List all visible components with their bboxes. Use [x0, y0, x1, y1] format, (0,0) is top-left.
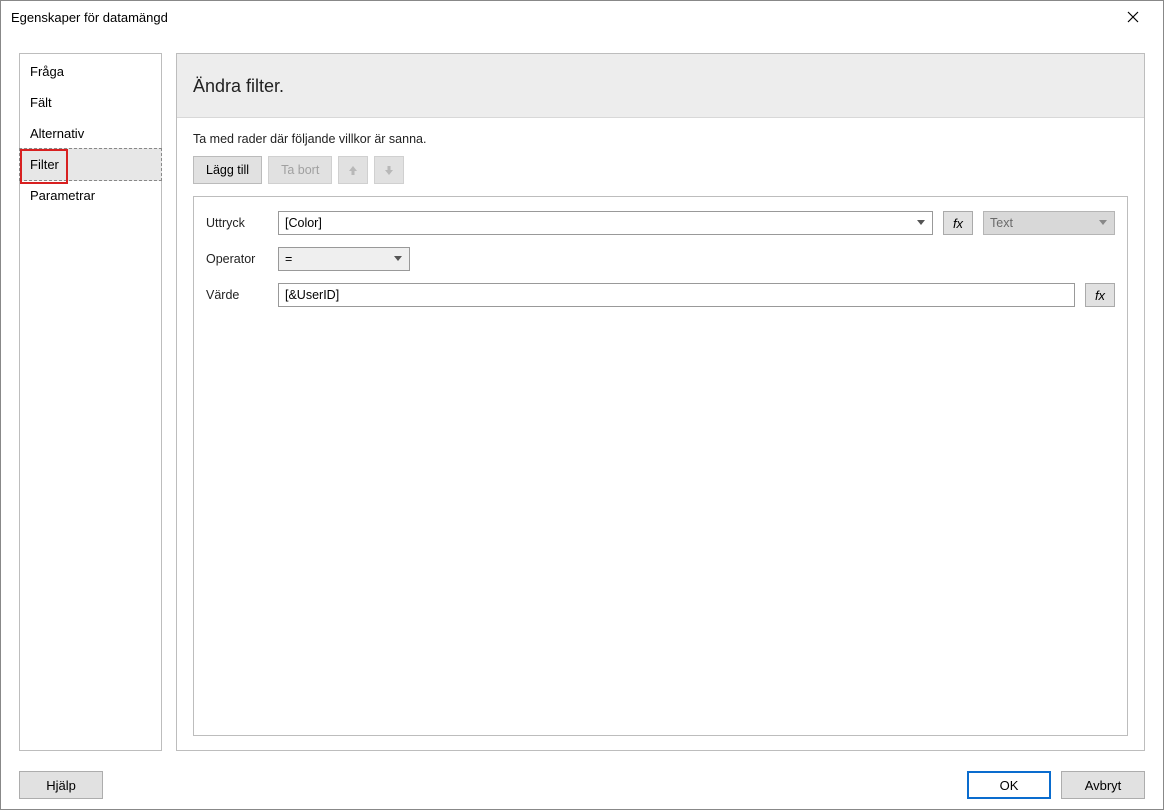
- expression-combo[interactable]: [Color]: [278, 211, 933, 235]
- cancel-button[interactable]: Avbryt: [1061, 771, 1145, 799]
- fx-icon: fx: [953, 216, 963, 231]
- move-down-button[interactable]: [374, 156, 404, 184]
- move-up-button[interactable]: [338, 156, 368, 184]
- add-button[interactable]: Lägg till: [193, 156, 262, 184]
- value-input[interactable]: [&UserID]: [278, 283, 1075, 307]
- expression-fx-button[interactable]: fx: [943, 211, 973, 235]
- ok-button[interactable]: OK: [967, 771, 1051, 799]
- arrow-down-icon: [383, 164, 395, 176]
- dialog-window: Egenskaper för datamängd Fråga Fält Alte…: [0, 0, 1164, 810]
- sidebar-item-options[interactable]: Alternativ: [20, 118, 161, 149]
- datatype-value: Text: [990, 216, 1096, 230]
- help-button[interactable]: Hjälp: [19, 771, 103, 799]
- dialog-footer: Hjälp OK Avbryt: [1, 761, 1163, 809]
- chevron-down-icon: [1096, 212, 1110, 234]
- remove-button[interactable]: Ta bort: [268, 156, 332, 184]
- datatype-combo[interactable]: Text: [983, 211, 1115, 235]
- sidebar-item-fields[interactable]: Fält: [20, 87, 161, 118]
- filter-definition-box: Uttryck [Color] fx Text: [193, 196, 1128, 736]
- close-button[interactable]: [1113, 2, 1153, 32]
- chevron-down-icon: [914, 212, 928, 234]
- sidebar-item-filters[interactable]: Filter: [19, 148, 162, 181]
- main-heading: Ändra filter.: [177, 54, 1144, 118]
- window-title: Egenskaper för datamängd: [11, 10, 1113, 25]
- main-subtitle: Ta med rader där följande villkor är san…: [193, 132, 1128, 146]
- operator-label: Operator: [206, 252, 268, 266]
- titlebar: Egenskaper för datamängd: [1, 1, 1163, 33]
- main-panel: Ändra filter. Ta med rader där följande …: [176, 53, 1145, 751]
- sidebar: Fråga Fält Alternativ Filter Parametrar: [19, 53, 162, 751]
- expression-value: [Color]: [285, 216, 914, 230]
- value-fx-button[interactable]: fx: [1085, 283, 1115, 307]
- dialog-content: Fråga Fält Alternativ Filter Parametrar …: [1, 33, 1163, 761]
- close-icon: [1127, 11, 1139, 23]
- filter-toolbar: Lägg till Ta bort: [193, 156, 1128, 184]
- sidebar-item-parameters[interactable]: Parametrar: [20, 180, 161, 211]
- expression-label: Uttryck: [206, 216, 268, 230]
- sidebar-item-query[interactable]: Fråga: [20, 56, 161, 87]
- operator-combo[interactable]: =: [278, 247, 410, 271]
- value-row: Värde [&UserID] fx: [206, 283, 1115, 307]
- arrow-up-icon: [347, 164, 359, 176]
- expression-row: Uttryck [Color] fx Text: [206, 211, 1115, 235]
- operator-value: =: [285, 252, 391, 266]
- chevron-down-icon: [391, 248, 405, 270]
- value-label: Värde: [206, 288, 268, 302]
- operator-row: Operator =: [206, 247, 1115, 271]
- main-body: Ta med rader där följande villkor är san…: [177, 118, 1144, 750]
- value-text: [&UserID]: [285, 288, 339, 302]
- fx-icon: fx: [1095, 288, 1105, 303]
